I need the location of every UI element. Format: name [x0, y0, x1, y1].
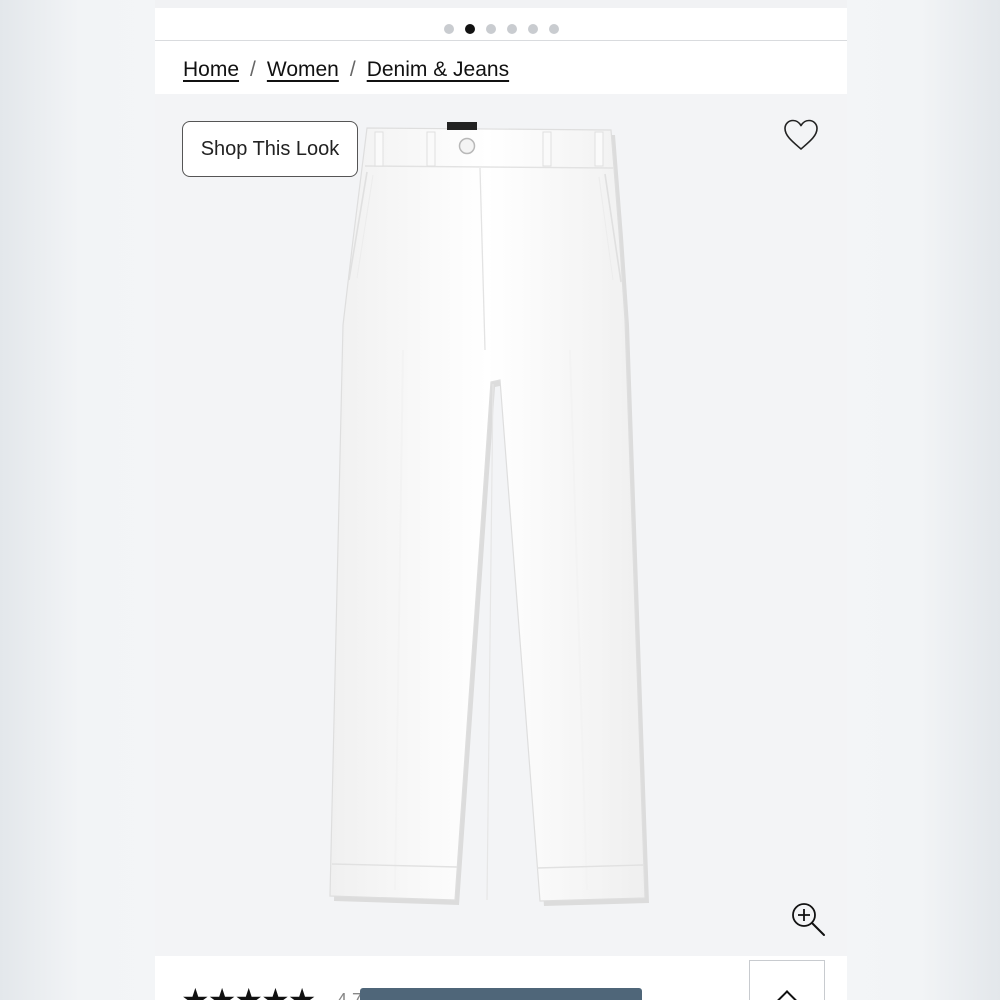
heart-outline-icon[interactable]: [783, 118, 819, 152]
carousel-dot[interactable]: [485, 24, 496, 34]
carousel-dot[interactable]: [527, 24, 538, 34]
breadcrumb-denim-jeans-link[interactable]: Denim & Jeans: [367, 58, 509, 82]
carousel-dot[interactable]: [548, 24, 559, 34]
breadcrumb-women-link[interactable]: Women: [267, 58, 339, 82]
rating-stars[interactable]: ★★★★★: [181, 984, 316, 1000]
product-image: [329, 122, 649, 906]
breadcrumb: Home / Women / Denim & Jeans: [183, 56, 509, 84]
carousel-dot[interactable]: [506, 24, 517, 34]
carousel-dot[interactable]: [443, 24, 454, 34]
product-image-area[interactable]: Shop This Look: [155, 94, 847, 956]
divider: [155, 40, 847, 41]
carousel-dot[interactable]: [464, 24, 475, 34]
primary-action-button[interactable]: [360, 988, 642, 1000]
breadcrumb-home-link[interactable]: Home: [183, 58, 239, 82]
breadcrumb-separator: /: [250, 58, 256, 81]
breadcrumb-separator: /: [349, 58, 356, 81]
bottom-bar: ★★★★★ 4.7: [155, 956, 847, 1000]
rating-value: 4.7: [337, 990, 363, 1000]
top-strip: [155, 0, 847, 8]
page-frame: Home / Women / Denim & Jeans Shop This L…: [155, 0, 847, 1000]
scroll-to-top-button[interactable]: [749, 960, 825, 1000]
zoom-in-icon[interactable]: [789, 900, 827, 938]
carousel-dots: [155, 24, 847, 36]
chevron-up-icon: [777, 990, 797, 1000]
